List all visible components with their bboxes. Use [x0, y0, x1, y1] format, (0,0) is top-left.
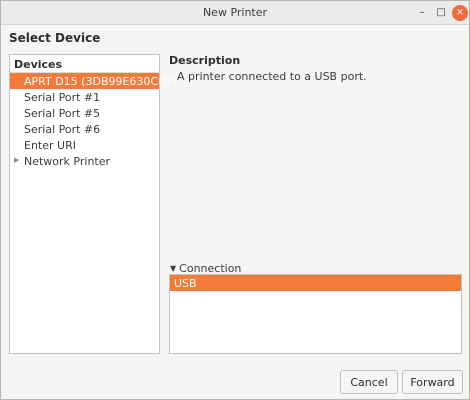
window-title: New Printer [202, 6, 268, 19]
device-item-serial-port-1[interactable]: Serial Port #1 [10, 89, 159, 105]
connection-item-usb[interactable]: USB [170, 275, 461, 291]
close-button[interactable]: ✕ [452, 5, 468, 21]
title-bar: New Printer – □ ✕ [1, 1, 469, 25]
device-item-serial-port-5[interactable]: Serial Port #5 [10, 105, 159, 121]
device-item-label: Serial Port #6 [24, 123, 101, 136]
triangle-down-icon: ▼ [170, 264, 177, 273]
maximize-button[interactable]: □ [433, 5, 449, 21]
connection-list[interactable]: USB [169, 274, 462, 354]
triangle-right-icon[interactable]: ▶ [14, 156, 19, 164]
device-item-enter-uri[interactable]: Enter URI [10, 137, 159, 153]
device-item-label: APRT D15 (3DB99E630C03) [24, 75, 177, 88]
device-item-serial-port-6[interactable]: Serial Port #6 [10, 121, 159, 137]
cancel-button[interactable]: Cancel [340, 370, 398, 394]
description-title: Description [169, 54, 241, 67]
new-printer-window: New Printer – □ ✕ Select Device Devices … [0, 0, 470, 400]
devices-column-header[interactable]: Devices [10, 55, 159, 73]
device-item-network-printer[interactable]: ▶ Network Printer [10, 153, 159, 169]
device-item-aprt-d15[interactable]: APRT D15 (3DB99E630C03) [10, 73, 176, 89]
device-item-label: Serial Port #5 [24, 107, 101, 120]
device-item-label: Enter URI [24, 139, 76, 152]
forward-button[interactable]: Forward [402, 370, 463, 394]
minimize-button[interactable]: – [414, 5, 430, 21]
page-heading: Select Device [9, 31, 101, 45]
device-item-label: Serial Port #1 [24, 91, 101, 104]
description-text: A printer connected to a USB port. [177, 70, 367, 83]
device-item-label: Network Printer [24, 155, 111, 168]
devices-list[interactable]: Devices APRT D15 (3DB99E630C03) Serial P… [9, 54, 176, 354]
connection-item-label: USB [174, 277, 197, 290]
